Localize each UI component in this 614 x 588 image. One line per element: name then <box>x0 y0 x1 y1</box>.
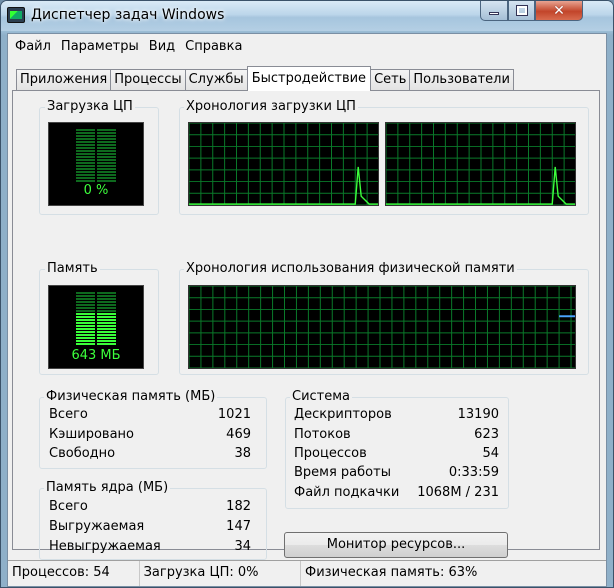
cpu-usage-meter: 0 % <box>48 122 144 206</box>
physical-memory-cached-label: Кэшировано <box>49 427 134 442</box>
system-threads-label: Потоков <box>294 427 351 442</box>
physical-memory-title: Физическая память (МБ) <box>44 389 218 404</box>
minimize-button[interactable] <box>480 1 508 21</box>
memory-history-graph <box>188 285 576 369</box>
physical-memory-free-value: 38 <box>234 446 251 461</box>
memory-value: 643 МБ <box>71 348 121 363</box>
system-processes-value: 54 <box>482 446 499 461</box>
menu-options[interactable]: Параметры <box>56 39 144 54</box>
cpu-history-label: Хронология загрузки ЦП <box>184 99 358 114</box>
memory-label: Память <box>45 261 100 276</box>
system-threads-value: 623 <box>474 427 499 442</box>
tab-applications[interactable]: Приложения <box>16 69 112 91</box>
status-cpu: Загрузка ЦП: 0% <box>140 561 302 586</box>
kernel-memory-paged-label: Выгружаемая <box>49 519 145 534</box>
title-bar[interactable]: Диспетчер задач Windows ✕ <box>1 1 613 31</box>
tab-users[interactable]: Пользователи <box>409 69 514 91</box>
system-uptime-label: Время работы <box>294 465 391 480</box>
performance-panel: Загрузка ЦП 0 % Хронология загрузки ЦП П… <box>12 90 600 560</box>
tab-strip: Приложения Процессы Службы Быстродействи… <box>16 66 514 91</box>
kernel-memory-total-value: 182 <box>226 499 251 514</box>
physical-memory-cached-value: 469 <box>226 427 251 442</box>
maximize-icon <box>515 5 528 16</box>
kernel-memory-title: Память ядра (МБ) <box>44 480 171 495</box>
tab-services[interactable]: Службы <box>184 69 248 91</box>
menu-view[interactable]: Вид <box>144 39 180 54</box>
tab-processes[interactable]: Процессы <box>110 69 186 91</box>
kernel-memory-nonpaged-value: 34 <box>234 539 251 554</box>
task-manager-window: Диспетчер задач Windows ✕ Файл Параметры… <box>0 0 614 588</box>
physical-memory-free-label: Свободно <box>49 446 116 461</box>
maximize-button[interactable] <box>508 1 535 21</box>
system-title: Система <box>290 389 353 404</box>
system-handles-value: 13190 <box>457 407 499 422</box>
kernel-memory-nonpaged-label: Невыгружаемая <box>49 539 161 554</box>
memory-history-label: Хронология использования физической памя… <box>184 261 517 276</box>
system-pagefile-value: 1068M / 231 <box>417 485 499 500</box>
client-area: Файл Параметры Вид Справка Приложения Пр… <box>7 33 607 587</box>
memory-meter: 643 МБ <box>48 285 144 369</box>
cpu-usage-label: Загрузка ЦП <box>45 99 135 114</box>
menu-help[interactable]: Справка <box>180 39 247 54</box>
physical-memory-total-value: 1021 <box>217 407 251 422</box>
system-pagefile-label: Файл подкачки <box>294 485 400 500</box>
tab-performance[interactable]: Быстродействие <box>246 66 372 91</box>
cpu-usage-value: 0 % <box>83 183 109 198</box>
system-handles-label: Дескрипторов <box>294 407 392 422</box>
task-manager-icon <box>7 7 25 23</box>
minimize-icon <box>489 12 499 15</box>
kernel-memory-total-label: Всего <box>49 499 88 514</box>
close-icon: ✕ <box>553 2 565 19</box>
close-button[interactable]: ✕ <box>535 1 583 21</box>
physical-memory-total-label: Всего <box>49 407 88 422</box>
kernel-memory-paged-value: 147 <box>226 519 251 534</box>
system-uptime-value: 0:33:59 <box>448 465 499 480</box>
tab-networking[interactable]: Сеть <box>370 69 411 91</box>
cpu-history-graph-core-1 <box>188 122 379 206</box>
menu-file[interactable]: Файл <box>10 39 56 54</box>
status-memory: Физическая память: 63% <box>305 565 478 580</box>
window-title: Диспетчер задач Windows <box>31 7 225 23</box>
status-bar: Процессов: 54 Загрузка ЦП: 0% Физическая… <box>8 560 606 586</box>
system-processes-label: Процессов <box>294 446 367 461</box>
menu-bar: Файл Параметры Вид Справка <box>8 34 606 58</box>
cpu-history-graph-core-2 <box>385 122 576 206</box>
status-processes: Процессов: 54 <box>8 561 140 586</box>
resource-monitor-button[interactable]: Монитор ресурсов... <box>284 532 508 558</box>
